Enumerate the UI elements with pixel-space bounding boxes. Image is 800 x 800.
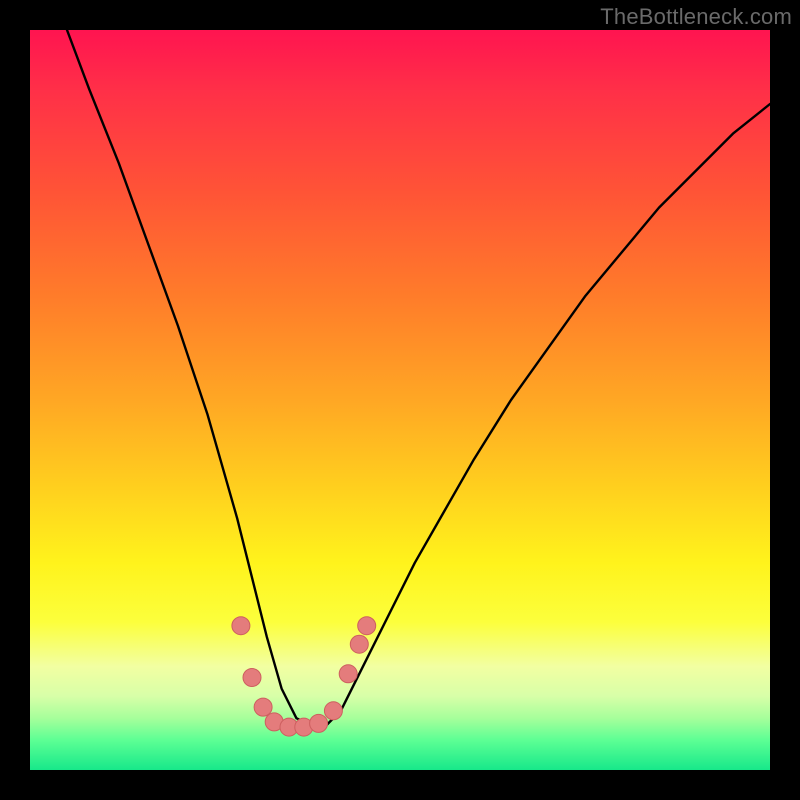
highlight-dot: [324, 702, 342, 720]
plot-area: [30, 30, 770, 770]
highlight-dot: [339, 665, 357, 683]
curve-layer: [30, 30, 770, 770]
marker-group: [232, 617, 376, 736]
attribution-label: TheBottleneck.com: [600, 4, 792, 30]
highlight-dot: [350, 635, 368, 653]
highlight-dot: [310, 714, 328, 732]
highlight-dot: [232, 617, 250, 635]
highlight-dot: [358, 617, 376, 635]
highlight-dot: [254, 698, 272, 716]
highlight-dot: [243, 669, 261, 687]
chart-frame: TheBottleneck.com: [0, 0, 800, 800]
bottleneck-curve-path: [67, 30, 770, 726]
